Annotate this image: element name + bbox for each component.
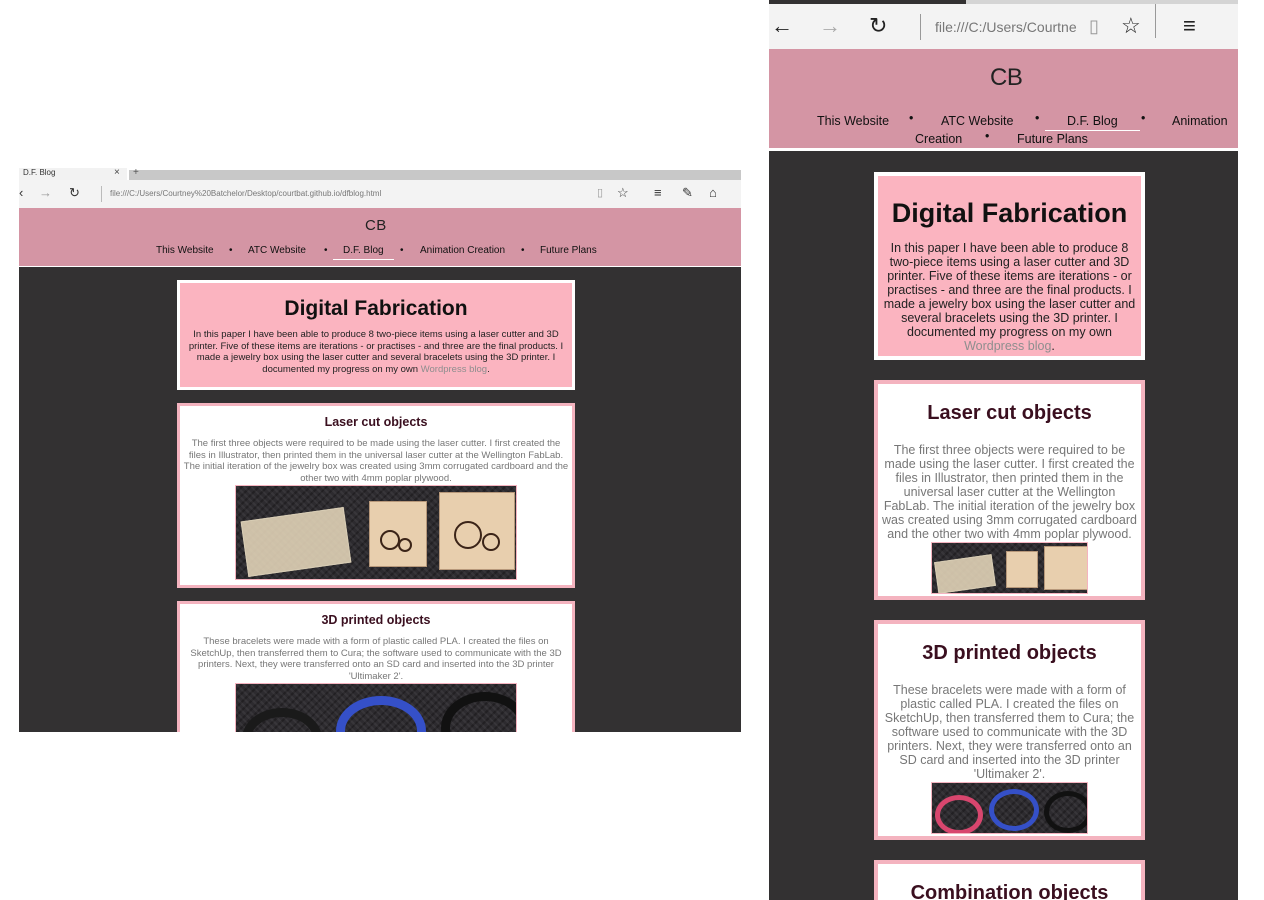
nav-separator: • <box>324 245 328 256</box>
logo-letter-b: B <box>376 217 386 234</box>
swirl-decoration <box>454 521 482 549</box>
section-title: Laser cut objects <box>324 415 428 429</box>
nav-link-df-blog[interactable]: D.F. Blog <box>1045 114 1140 131</box>
new-tab-button[interactable]: + <box>129 168 741 180</box>
plus-icon: + <box>133 168 139 178</box>
tab-title: D.F. Blog <box>23 168 56 177</box>
logo-letter-b: B <box>1006 64 1023 91</box>
section-text: The first three objects were required to… <box>183 438 569 484</box>
wordpress-blog-link[interactable]: Wordpress blog <box>964 339 1051 353</box>
page-title: Digital Fabrication <box>284 297 468 320</box>
nav-link-animation-creation[interactable]: Animation Creation <box>420 245 505 257</box>
back-icon[interactable]: ‹ <box>19 186 23 200</box>
nav-separator: • <box>229 245 233 256</box>
section-title: 3D printed objects <box>321 613 431 627</box>
blue-bracelet <box>989 789 1039 831</box>
intro-end: . <box>1051 339 1055 353</box>
plywood-box-large <box>1044 546 1087 590</box>
logo-letter-c: C <box>365 217 376 234</box>
reading-view-icon[interactable]: ▯ <box>597 186 603 200</box>
mobile-browser-screenshot: ← → ↻ file:///C:/Users/Courtne ▯ ☆ ≡ C•B… <box>769 0 1238 900</box>
site-nav: This Website • ATC Website • D.F. Blog •… <box>19 245 741 261</box>
section-title: 3D printed objects <box>922 642 1097 664</box>
nav-separator: • <box>1141 111 1146 125</box>
browser-tab[interactable]: D.F. Blog × <box>19 168 127 180</box>
site-header: C•B This Website • ATC Website • D.F. Bl… <box>19 208 741 267</box>
address-bar[interactable]: file:///C:/Users/Courtne <box>920 14 1095 40</box>
nav-link-this-website[interactable]: This Website <box>156 245 214 257</box>
share-icon[interactable]: ⌂ <box>709 186 717 200</box>
intro-text: In this paper I have been able to produc… <box>879 241 1140 353</box>
nav-link-future-plans[interactable]: Future Plans <box>1017 132 1088 147</box>
site-logo[interactable]: C•B <box>990 63 1023 94</box>
nav-separator: • <box>521 245 525 256</box>
section-text: These bracelets were made with a form of… <box>884 683 1135 781</box>
refresh-icon[interactable]: ↻ <box>69 186 80 200</box>
3d-printed-section: 3D printed objects These bracelets were … <box>177 601 575 732</box>
intro-end: . <box>487 363 490 375</box>
swirl-decoration <box>482 533 500 551</box>
plywood-box-small <box>369 501 427 567</box>
intro-card: Digital Fabrication In this paper I have… <box>874 172 1145 360</box>
back-icon[interactable]: ← <box>771 14 793 38</box>
section-text: These bracelets were made with a form of… <box>190 636 562 682</box>
refresh-icon[interactable]: ↻ <box>869 14 887 38</box>
site-logo[interactable]: C•B <box>365 217 386 235</box>
intro-text: In this paper I have been able to produc… <box>182 329 570 375</box>
desktop-browser-screenshot: D.F. Blog × + ‹ → ↻ file:///C:/Users/Cou… <box>19 168 741 732</box>
toolbar-divider <box>1155 4 1156 38</box>
swirl-decoration <box>380 530 400 550</box>
browser-toolbar: ‹ → ↻ file:///C:/Users/Courtney%20Batche… <box>19 180 741 208</box>
laser-cut-photo <box>235 485 517 580</box>
swirl-decoration <box>398 538 412 552</box>
nav-link-this-website[interactable]: This Website <box>817 114 889 129</box>
black-bracelet <box>1044 791 1087 833</box>
bracelets-photo <box>235 683 517 732</box>
combination-section: Combination objects <box>874 860 1145 900</box>
plywood-box-large <box>439 492 515 570</box>
hub-icon[interactable]: ≡ <box>654 186 662 200</box>
logo-letter-c: C <box>990 64 1007 91</box>
menu-icon[interactable]: ≡ <box>1183 14 1196 38</box>
intro-body: In this paper I have been able to produc… <box>188 329 564 375</box>
nav-separator: • <box>1035 111 1040 125</box>
reading-view-icon[interactable]: ▯ <box>1089 14 1099 38</box>
nav-separator: • <box>909 111 914 125</box>
favorite-star-icon[interactable]: ☆ <box>617 186 629 200</box>
site-nav: This Website • ATC Website • D.F. Blog •… <box>769 111 1238 149</box>
section-title: Combination objects <box>910 882 1109 900</box>
forward-icon[interactable]: → <box>819 14 841 38</box>
web-note-icon[interactable]: ✎ <box>682 186 693 200</box>
pink-bracelet <box>935 795 983 833</box>
page-title: Digital Fabrication <box>891 198 1128 228</box>
wordpress-blog-link[interactable]: Wordpress blog <box>421 364 487 375</box>
tab-close-icon[interactable]: × <box>114 168 120 178</box>
address-bar[interactable]: file:///C:/Users/Courtney%20Batchelor/De… <box>101 186 600 202</box>
laser-cut-photo <box>931 542 1088 594</box>
forward-icon[interactable]: → <box>39 186 52 200</box>
browser-toolbar: ← → ↻ file:///C:/Users/Courtne ▯ ☆ ≡ <box>769 4 1238 49</box>
nav-separator: • <box>400 245 404 256</box>
laser-cut-section: Laser cut objects The first three object… <box>177 403 575 588</box>
tab-strip: D.F. Blog × + <box>19 168 741 180</box>
bracelets-photo <box>931 782 1088 834</box>
site-header: C•B This Website • ATC Website • D.F. Bl… <box>769 49 1238 151</box>
laser-cut-section: Laser cut objects The first three object… <box>874 380 1145 600</box>
plywood-box-small <box>1006 551 1038 588</box>
nav-link-atc-website[interactable]: ATC Website <box>248 245 306 257</box>
section-text: The first three objects were required to… <box>882 443 1137 541</box>
nav-link-creation[interactable]: Creation <box>915 132 962 147</box>
favorite-star-icon[interactable]: ☆ <box>1121 14 1141 38</box>
intro-card: Digital Fabrication In this paper I have… <box>177 280 575 390</box>
intro-body: In this paper I have been able to produc… <box>883 241 1136 339</box>
section-title: Laser cut objects <box>927 402 1092 424</box>
nav-link-atc-website[interactable]: ATC Website <box>941 114 1013 129</box>
nav-link-df-blog[interactable]: D.F. Blog <box>333 245 394 260</box>
nav-separator: • <box>985 129 990 143</box>
nav-link-animation[interactable]: Animation <box>1172 114 1228 129</box>
3d-printed-section: 3D printed objects These bracelets were … <box>874 620 1145 840</box>
nav-link-future-plans[interactable]: Future Plans <box>540 245 597 257</box>
